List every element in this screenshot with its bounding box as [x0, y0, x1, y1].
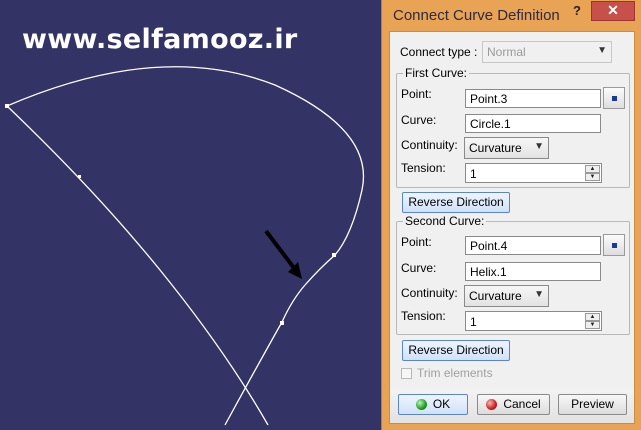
- watermark: www.selfamooz.ir: [22, 24, 298, 55]
- cancel-button[interactable]: Cancel: [477, 394, 550, 415]
- connect-curve-dialog: Connect Curve Definition ? ✕ Connect typ…: [381, 0, 641, 430]
- button-bar: OK Cancel Preview: [390, 389, 634, 423]
- dialog-body: Connect type : Normal ▼ First Curve: Poi…: [389, 31, 635, 424]
- second-curve-title: Second Curve:: [403, 214, 487, 228]
- chevron-down-icon: ▼: [534, 141, 544, 152]
- 3d-viewport[interactable]: www.selfamooz.ir: [0, 0, 381, 430]
- close-icon: ✕: [607, 2, 619, 18]
- ok-button[interactable]: OK: [398, 394, 468, 415]
- second-tension-label: Tension:: [401, 309, 446, 323]
- geometry-canvas[interactable]: [0, 0, 381, 430]
- second-tension-spinner[interactable]: 1 ▲ ▼: [465, 311, 602, 331]
- chevron-down-icon: ▼: [597, 45, 607, 56]
- pointer-arrow: [264, 229, 302, 279]
- first-curve-label: Curve:: [401, 113, 437, 127]
- first-continuity-label: Continuity:: [401, 138, 458, 152]
- spin-down-icon[interactable]: ▼: [585, 173, 600, 181]
- second-continuity-label: Continuity:: [401, 286, 458, 300]
- spin-down-icon[interactable]: ▼: [585, 321, 600, 329]
- second-point-field[interactable]: Point.4: [465, 236, 601, 255]
- trim-elements-checkbox[interactable]: [401, 368, 412, 379]
- close-button[interactable]: ✕: [591, 1, 635, 21]
- connect-curve[interactable]: [224, 284, 306, 426]
- first-point-select-button[interactable]: [603, 87, 625, 109]
- help-button[interactable]: ?: [570, 3, 584, 19]
- spin-up-icon[interactable]: ▲: [585, 313, 600, 321]
- point-marker-mid[interactable]: [78, 175, 81, 178]
- dialog-title: Connect Curve Definition: [393, 7, 560, 24]
- helix-curve[interactable]: [6, 105, 269, 426]
- second-curve-field[interactable]: Helix.1: [465, 262, 601, 281]
- first-curve-title: First Curve:: [403, 66, 470, 80]
- second-point-select-button[interactable]: [603, 234, 625, 256]
- select-point-icon: [612, 96, 617, 101]
- point-marker-start[interactable]: [5, 104, 9, 108]
- second-point-label: Point:: [401, 235, 432, 249]
- chevron-down-icon: ▼: [534, 289, 544, 300]
- green-ball-icon: [415, 399, 427, 410]
- second-curve-label: Curve:: [401, 261, 437, 275]
- first-curve-group: First Curve: Point: Point.3 Curve: Circl…: [396, 66, 630, 188]
- first-continuity-select[interactable]: Curvature ▼: [464, 137, 549, 159]
- trim-elements-label: Trim elements: [417, 366, 493, 380]
- circle-curve[interactable]: [6, 66, 364, 286]
- select-point-icon: [612, 243, 617, 248]
- first-point-field[interactable]: Point.3: [465, 89, 601, 108]
- connect-type-select[interactable]: Normal ▼: [482, 41, 612, 63]
- first-tension-label: Tension:: [401, 161, 446, 175]
- point-marker-3[interactable]: [332, 253, 336, 257]
- reverse-direction-button-1[interactable]: Reverse Direction: [402, 192, 510, 213]
- second-continuity-select[interactable]: Curvature ▼: [464, 285, 549, 307]
- first-tension-spinner[interactable]: 1 ▲ ▼: [465, 163, 602, 183]
- reverse-direction-button-2[interactable]: Reverse Direction: [402, 340, 510, 361]
- spin-up-icon[interactable]: ▲: [585, 165, 600, 173]
- first-point-label: Point:: [401, 87, 432, 101]
- title-bar[interactable]: Connect Curve Definition ? ✕: [382, 0, 641, 30]
- preview-button[interactable]: Preview: [558, 394, 627, 415]
- connect-type-label: Connect type :: [400, 45, 478, 59]
- first-curve-field[interactable]: Circle.1: [465, 114, 601, 133]
- second-curve-group: Second Curve: Point: Point.4 Curve: Heli…: [396, 214, 630, 335]
- red-ball-icon: [486, 399, 498, 410]
- point-marker-4[interactable]: [280, 321, 284, 325]
